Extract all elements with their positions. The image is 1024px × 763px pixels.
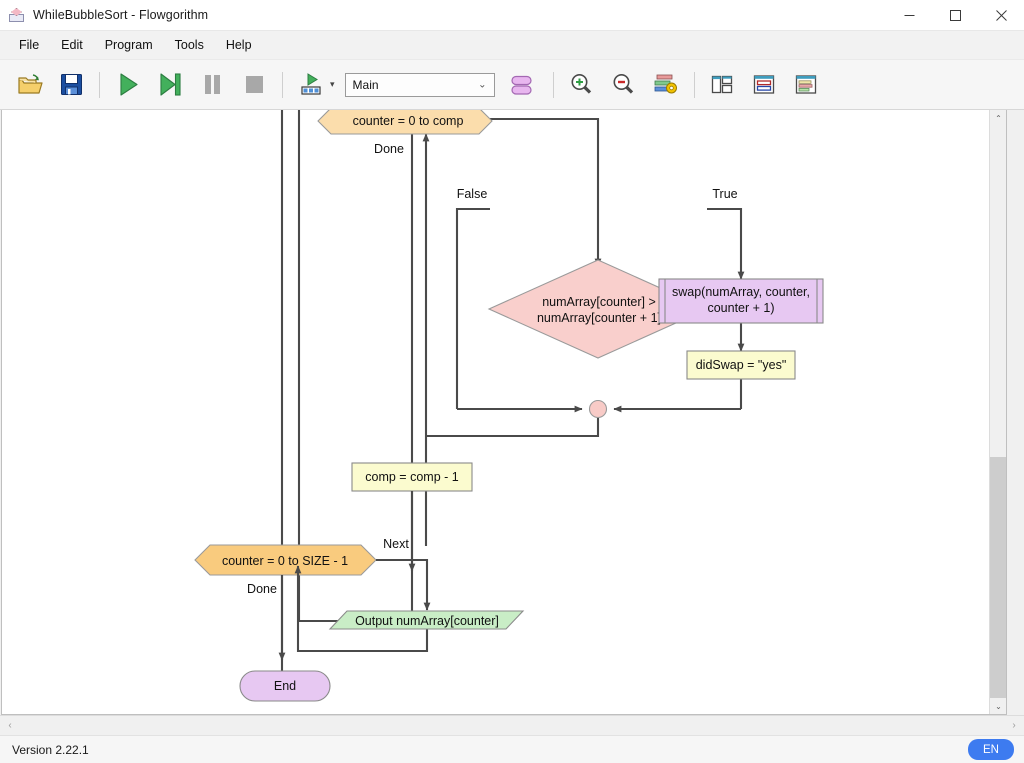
- procedures-icon[interactable]: [503, 66, 541, 104]
- node-end-terminal[interactable]: End: [239, 670, 331, 702]
- procedure-select-value: Main: [352, 77, 379, 92]
- node-call-swap[interactable]: swap(numArray, counter, counter + 1): [658, 278, 824, 324]
- color-scheme-gear-icon[interactable]: [647, 66, 685, 104]
- toolbar-separator-3: [552, 71, 554, 98]
- node-output-array[interactable]: Output numArray[counter]: [328, 610, 525, 630]
- node-output-array-label: Output numArray[counter]: [355, 614, 499, 628]
- toolbar-separator-1: [99, 71, 100, 98]
- menu-item-help[interactable]: Help: [215, 34, 263, 56]
- pause-bars-icon[interactable]: [193, 66, 231, 104]
- edge-label-false: False: [457, 187, 488, 201]
- menu-item-program[interactable]: Program: [94, 34, 164, 56]
- generate-code-dropdown-caret[interactable]: ▾: [330, 79, 335, 90]
- toolbar-separator-4: [693, 71, 695, 98]
- node-call-swap-line1: swap(numArray, counter,: [672, 285, 810, 299]
- version-label: Version 2.22.1: [12, 742, 89, 757]
- step-forward-icon[interactable]: [151, 66, 189, 104]
- edge-true-branch: [707, 207, 743, 273]
- open-folder-icon[interactable]: [10, 66, 48, 104]
- node-assign-didswap-label: didSwap = "yes": [696, 358, 787, 372]
- node-call-swap-line2: counter + 1): [707, 301, 774, 315]
- vertical-scrollbar[interactable]: ⌃ ⌄: [989, 110, 1006, 714]
- panel-stacked-icon[interactable]: [746, 66, 784, 104]
- menu-item-file[interactable]: File: [8, 34, 50, 56]
- close-icon[interactable]: [978, 0, 1024, 31]
- edge-label-next: Next: [383, 537, 409, 551]
- node-decision-line1: numArray[counter] >: [542, 295, 656, 309]
- source-code-play-icon[interactable]: [292, 66, 330, 104]
- generate-code-group: ▾: [290, 66, 339, 104]
- menu-item-edit[interactable]: Edit: [50, 34, 94, 56]
- menu-bar: File Edit Program Tools Help: [0, 31, 1024, 60]
- flowgorithm-logo-icon: [9, 7, 25, 23]
- horizontal-scrollbar[interactable]: ‹ ›: [0, 715, 1024, 735]
- node-merge-point[interactable]: [588, 399, 608, 419]
- chevron-down-icon: ⌄: [478, 79, 487, 90]
- edge-false-branch: [455, 207, 490, 409]
- edge-label-done-while: Done: [374, 142, 404, 156]
- edge-label-done-for: Done: [247, 582, 277, 596]
- minimize-icon[interactable]: [886, 0, 932, 31]
- language-badge[interactable]: EN: [968, 739, 1014, 760]
- menu-item-tools[interactable]: Tools: [164, 34, 215, 56]
- panel-variables-icon[interactable]: [788, 66, 826, 104]
- edge-merge-to-back: [426, 417, 600, 438]
- window-title: WhileBubbleSort - Flowgorithm: [33, 8, 209, 22]
- play-triangle-icon[interactable]: [109, 66, 147, 104]
- scroll-left-icon[interactable]: ‹: [0, 716, 20, 735]
- panel-split-icon[interactable]: [704, 66, 742, 104]
- main-toolbar: ▾ Main ⌄: [0, 60, 1024, 110]
- flowchart-canvas[interactable]: counter = 0 to comp numArray[counter] > …: [1, 110, 1007, 715]
- window-title-bar: WhileBubbleSort - Flowgorithm: [0, 0, 1024, 31]
- edge-next-to-output: [376, 558, 429, 604]
- node-decision-line2: numArray[counter + 1]: [537, 311, 661, 325]
- node-assign-comp[interactable]: comp = comp - 1: [351, 462, 473, 492]
- toolbar-separator-2: [282, 71, 283, 98]
- node-loop-comp[interactable]: counter = 0 to comp: [317, 110, 493, 135]
- scroll-right-icon[interactable]: ›: [1004, 716, 1024, 735]
- edge-label-true: True: [712, 187, 737, 201]
- flowchart-diagram: counter = 0 to comp numArray[counter] > …: [194, 110, 824, 702]
- node-assign-comp-label: comp = comp - 1: [365, 470, 458, 484]
- scroll-down-icon[interactable]: ⌄: [990, 698, 1006, 714]
- window-controls: [886, 0, 1024, 31]
- node-assign-didswap[interactable]: didSwap = "yes": [686, 350, 796, 380]
- scroll-up-icon[interactable]: ⌃: [990, 110, 1006, 127]
- maximize-icon[interactable]: [932, 0, 978, 31]
- merge-circle-shape: [588, 399, 608, 419]
- magnifier-minus-icon[interactable]: [605, 66, 643, 104]
- magnifier-plus-icon[interactable]: [563, 66, 601, 104]
- floppy-disk-save-icon[interactable]: [52, 66, 90, 104]
- diagram-canvas-area: counter = 0 to comp numArray[counter] > …: [0, 110, 1024, 715]
- vertical-scrollbar-thumb[interactable]: [990, 457, 1006, 698]
- status-bar: Version 2.22.1 EN: [0, 735, 1024, 763]
- node-end-label: End: [274, 679, 296, 693]
- procedure-select[interactable]: Main ⌄: [344, 72, 495, 97]
- edge-loop-to-decision: [490, 117, 600, 260]
- node-loop-output[interactable]: counter = 0 to SIZE - 1: [194, 544, 377, 576]
- node-loop-output-label: counter = 0 to SIZE - 1: [222, 554, 348, 568]
- node-loop-comp-label: counter = 0 to comp: [353, 114, 464, 128]
- stop-square-icon[interactable]: [235, 66, 273, 104]
